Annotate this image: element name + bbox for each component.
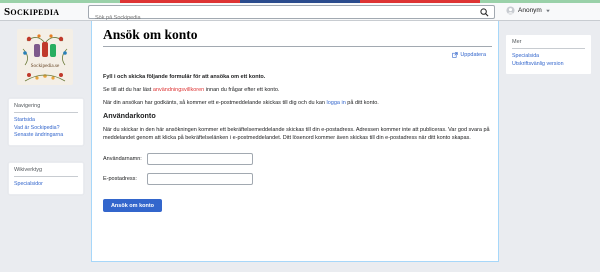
right-item-special-page[interactable]: Specialsida [512, 53, 585, 61]
search-box[interactable] [88, 5, 495, 24]
approval-text: När din ansökan har godkänts, så kommer … [103, 100, 379, 106]
page-title: Ansök om konto [103, 27, 198, 42]
sidebar-item-startsida[interactable]: Startsida [14, 117, 78, 125]
top-bar: Sockipedia Anonym [0, 3, 600, 24]
tools-heading: Wikiverktyg [14, 167, 78, 177]
right-item-print-version[interactable]: Utskriftsvänlig version [512, 61, 585, 69]
intro-text: Fyll i och skicka följande formulär för … [103, 74, 266, 80]
tools-portal: Wikiverktyg Specialsidor [8, 162, 84, 195]
form-body: Fyll i och skicka följande formulär för … [103, 73, 493, 212]
email-row: E-postadress: [103, 173, 493, 185]
email-label: E-postadress: [103, 176, 137, 182]
svg-text:Sockipedia.se: Sockipedia.se [31, 63, 60, 69]
submit-request-button[interactable]: Ansök om konto [103, 199, 162, 212]
sidebar-item-recent-changes[interactable]: Senaste ändringarna [14, 132, 78, 140]
external-link-icon [452, 52, 459, 58]
header-logo[interactable]: Sockipedia [4, 6, 59, 18]
user-icon [506, 6, 515, 15]
navigation-portal: Navigering Startsida Vad är Sockipedia? … [8, 98, 84, 146]
left-sidebar: Sockipedia.se Navigering Startsida Vad ä… [0, 21, 90, 272]
user-menu[interactable]: Anonym [506, 6, 551, 15]
username-label: Användarnamn: [103, 156, 142, 162]
more-heading: Mer [512, 39, 585, 49]
login-link[interactable]: logga in [326, 100, 345, 106]
main-content: Ansök om konto Uppdatera Fyll i och skic… [91, 21, 499, 262]
email-field[interactable] [147, 173, 253, 185]
sidebar-item-about[interactable]: Vad är Sockipedia? [14, 125, 78, 133]
search-icon[interactable] [480, 8, 489, 17]
chevron-down-icon [546, 9, 550, 12]
section-heading: Användarkonto [103, 111, 156, 120]
sidebar-item-special-pages[interactable]: Specialsidor [14, 181, 78, 189]
username-row: Användarnamn: [103, 153, 493, 165]
title-divider [103, 46, 492, 47]
navigation-heading: Navigering [14, 103, 78, 113]
terms-text: Se till att du har läst användningsvillk… [103, 87, 280, 93]
update-link[interactable]: Uppdatera [452, 52, 486, 58]
update-label[interactable]: Uppdatera [460, 52, 486, 58]
section-description: När du skickar in den här ansökningen ko… [103, 127, 490, 141]
terms-link[interactable]: användningsvillkoren [153, 87, 204, 93]
site-logo-image: Sockipedia.se [17, 29, 73, 85]
site-logo[interactable]: Sockipedia.se [17, 29, 73, 85]
right-panel: Mer Specialsida Utskriftsvänlig version [505, 34, 592, 75]
username-label: Anonym [518, 7, 542, 14]
username-field[interactable] [147, 153, 253, 165]
